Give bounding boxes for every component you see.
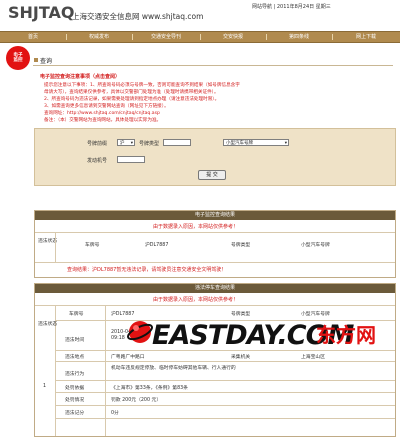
watermark-cn: 东方网	[316, 323, 376, 347]
result-footer: 查询结果：沪DL7887暂无违法记录，请驾驶员注意交通安全文明驾驶！	[67, 267, 227, 273]
bullet-icon	[34, 58, 38, 62]
notice-line: 备注：（本）交警网站为查询网站，具体处理以实际为准。	[44, 118, 162, 123]
row-status-label: 违法状态	[38, 322, 58, 327]
behavior-label: 违法行为	[65, 372, 85, 377]
monitor-result-title: 电子监控查询结果	[35, 211, 395, 220]
eastday-globe-icon	[127, 321, 153, 343]
top-utility[interactable]: 网站导航 | 2011年8月24日 星期三	[252, 3, 331, 10]
basis-value: 《上海市》第33条，《条例》第83条	[111, 386, 188, 391]
chevron-down-icon: ▾	[284, 141, 287, 146]
site-name: 上海交通安全信息网 www.shjtaq.com	[72, 12, 204, 21]
plate-label: 号牌前缀	[87, 141, 108, 147]
basis-label: 处罚依据	[65, 386, 85, 391]
nav-news[interactable]: 交安快报	[200, 33, 266, 41]
plate-type-label: 号牌类型	[139, 141, 160, 147]
nav-guide[interactable]: 交通安全导刊	[132, 33, 200, 41]
notice-line: 3、如需查询更多信息请到交警网站查询（网址见下方链接）。	[44, 104, 169, 109]
row-divider	[35, 262, 395, 263]
notice-line: 母请大写），查询结果仅供参考，具体以交警部门处理为准（处理时请携带相关证件）。	[44, 90, 219, 95]
row-divider	[55, 418, 395, 419]
engine-label: 发动机号	[87, 158, 108, 164]
submit-button[interactable]: 提 交	[198, 170, 226, 180]
parking-result-panel: 违法停车查询结果 由于数据录入原因，本网站仅供参考！ 违法状态 1 车牌号 沪D…	[34, 283, 396, 437]
time-label: 违法时间	[65, 338, 85, 343]
behavior-value: 机动车违反规定停放、临时停车妨碍其他车辆、行人通行的	[111, 366, 236, 371]
row-divider	[55, 380, 395, 381]
place-value: 广粤路广中路口	[111, 355, 145, 360]
type-label: 号牌类型	[231, 312, 251, 317]
nav-fourth-line[interactable]: 第四条线	[266, 33, 332, 41]
chevron-down-icon: ▾	[130, 141, 133, 146]
notice-line: 提示您注意以下事项：1、所查询号码必须与号牌一致，否则可能查询不到结果（如号牌信…	[44, 83, 240, 88]
col-plate-label: 车牌号	[85, 243, 100, 248]
nav-download[interactable]: 网上下载	[332, 33, 400, 41]
police-label: 采集机关	[231, 355, 251, 360]
row-divider	[55, 392, 395, 393]
notice-heading[interactable]: 电子监控查询注意事项（点击查阅）	[40, 73, 120, 80]
col-divider	[105, 305, 106, 436]
score-value: 0分	[111, 411, 119, 416]
section-title-bar	[33, 55, 393, 66]
row-divider	[35, 232, 395, 233]
plate-type-select[interactable]: 小型汽车号牌 ▾	[223, 139, 289, 146]
plate-label: 车牌号	[69, 312, 84, 317]
row-divider	[35, 305, 395, 306]
score-label: 违法记分	[65, 411, 85, 416]
police-value: 上海宝山区	[301, 355, 325, 360]
notice-line: 2、所查询号码为违法记录，如果需要处理请到指定地点办理（请注意违法处理时限）。	[44, 97, 220, 102]
nav-home[interactable]: 首页	[0, 33, 66, 41]
row-divider	[55, 405, 395, 406]
site-logo[interactable]: SHJTAQ	[8, 3, 75, 22]
penalty-value: 罚款 200元（200 元）	[111, 398, 162, 403]
place-label: 违法地点	[65, 355, 85, 360]
plate-value: 沪DL7887	[111, 312, 135, 317]
engine-number-input[interactable]	[117, 156, 145, 163]
main-nav: 首页 权威发布 交通安全导刊 交安快报 第四条线 网上下载	[0, 31, 400, 43]
notice-link[interactable]: 查询网址：http://www.shjtaq.com/cnjtaq/cnjtaq…	[44, 110, 160, 116]
col-plate-value: 沪DL7887	[145, 243, 169, 248]
type-value: 小型汽车号牌	[301, 312, 330, 317]
monitor-badge-label: 电子 监控	[13, 53, 23, 63]
nav-official[interactable]: 权威发布	[66, 33, 132, 41]
site-url[interactable]: www.shjtaq.com	[142, 12, 204, 21]
col-type-label: 号牌类型	[231, 243, 251, 248]
parking-result-title: 违法停车查询结果	[35, 284, 395, 293]
data-disclaimer: 由于数据录入原因，本网站仅供参考！	[153, 224, 239, 230]
col-type-value: 小型汽车号牌	[301, 243, 330, 248]
col-divider	[55, 232, 56, 262]
row-divider	[55, 361, 395, 362]
plate-number-input[interactable]	[163, 139, 191, 146]
row-index: 1	[43, 384, 47, 389]
section-title: 查询	[40, 58, 53, 65]
monitor-result-panel: 电子监控查询结果 由于数据录入原因，本网站仅供参考！ 违法状态 车牌号 沪DL7…	[34, 210, 396, 278]
penalty-label: 处罚情况	[65, 398, 85, 403]
data-disclaimer: 由于数据录入原因，本网站仅供参考！	[153, 297, 239, 303]
plate-prefix-select[interactable]: 沪 ▾	[117, 139, 135, 146]
